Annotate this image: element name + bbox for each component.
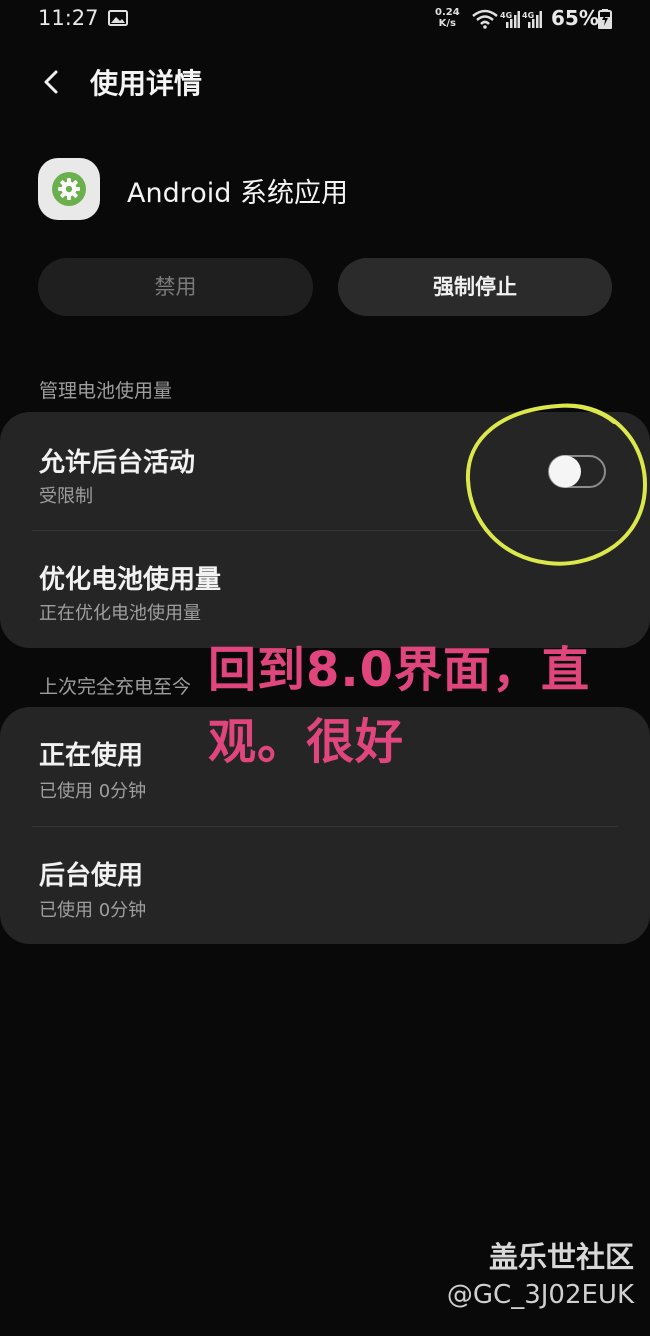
battery-charging-icon <box>598 9 612 29</box>
background-usage-title: 后台使用 <box>39 861 144 891</box>
app-name: Android 系统应用 <box>127 178 348 209</box>
battery-card: 允许后台活动 受限制 优化电池使用量 正在优化电池使用量 <box>0 412 650 648</box>
signal-sim2-icon: 4G <box>522 11 542 28</box>
allow-background-toggle[interactable] <box>548 455 606 488</box>
foreground-usage-subtitle: 已使用 0分钟 <box>39 781 147 802</box>
gallery-icon <box>108 10 128 26</box>
foreground-usage-title: 正在使用 <box>39 741 144 771</box>
force-stop-button[interactable]: 强制停止 <box>338 258 612 316</box>
annotation-text-line2: 观。很好 <box>208 714 405 770</box>
watermark-handle: @GC_3J02EUK <box>446 1280 634 1310</box>
signal-sim2-label: 4G <box>522 11 534 20</box>
background-usage-row[interactable]: 后台使用 已使用 0分钟 <box>0 827 650 944</box>
app-bar: 使用详情 <box>0 48 650 118</box>
network-speed: 0.24 K/s <box>435 7 460 29</box>
optimize-battery-subtitle: 正在优化电池使用量 <box>39 603 201 624</box>
page-title: 使用详情 <box>90 67 203 100</box>
signal-sim1-icon: 4G <box>500 11 520 28</box>
status-time: 11:27 <box>38 6 99 30</box>
network-speed-value: 0.24 <box>435 7 460 18</box>
allow-background-title: 允许后台活动 <box>39 448 196 478</box>
optimize-battery-title: 优化电池使用量 <box>39 565 222 595</box>
annotation-text-line1: 回到8.0界面，直 <box>208 642 591 698</box>
back-arrow-icon[interactable] <box>32 62 72 102</box>
signal-sim1-label: 4G <box>500 11 512 20</box>
battery-percent: 65% <box>551 6 599 30</box>
background-usage-subtitle: 已使用 0分钟 <box>39 900 147 921</box>
settings-gear-icon <box>52 172 86 206</box>
allow-background-subtitle: 受限制 <box>39 486 93 507</box>
status-bar: 11:27 0.24 K/s 4G 4G 65% <box>0 0 650 40</box>
usage-section-heading: 上次完全充电至今 <box>39 676 192 698</box>
watermark-name: 盖乐世社区 <box>488 1240 634 1274</box>
app-icon <box>38 158 100 220</box>
network-speed-unit: K/s <box>438 18 457 29</box>
battery-section-heading: 管理电池使用量 <box>39 380 173 402</box>
disable-button[interactable]: 禁用 <box>38 258 313 316</box>
wifi-icon <box>472 9 498 29</box>
